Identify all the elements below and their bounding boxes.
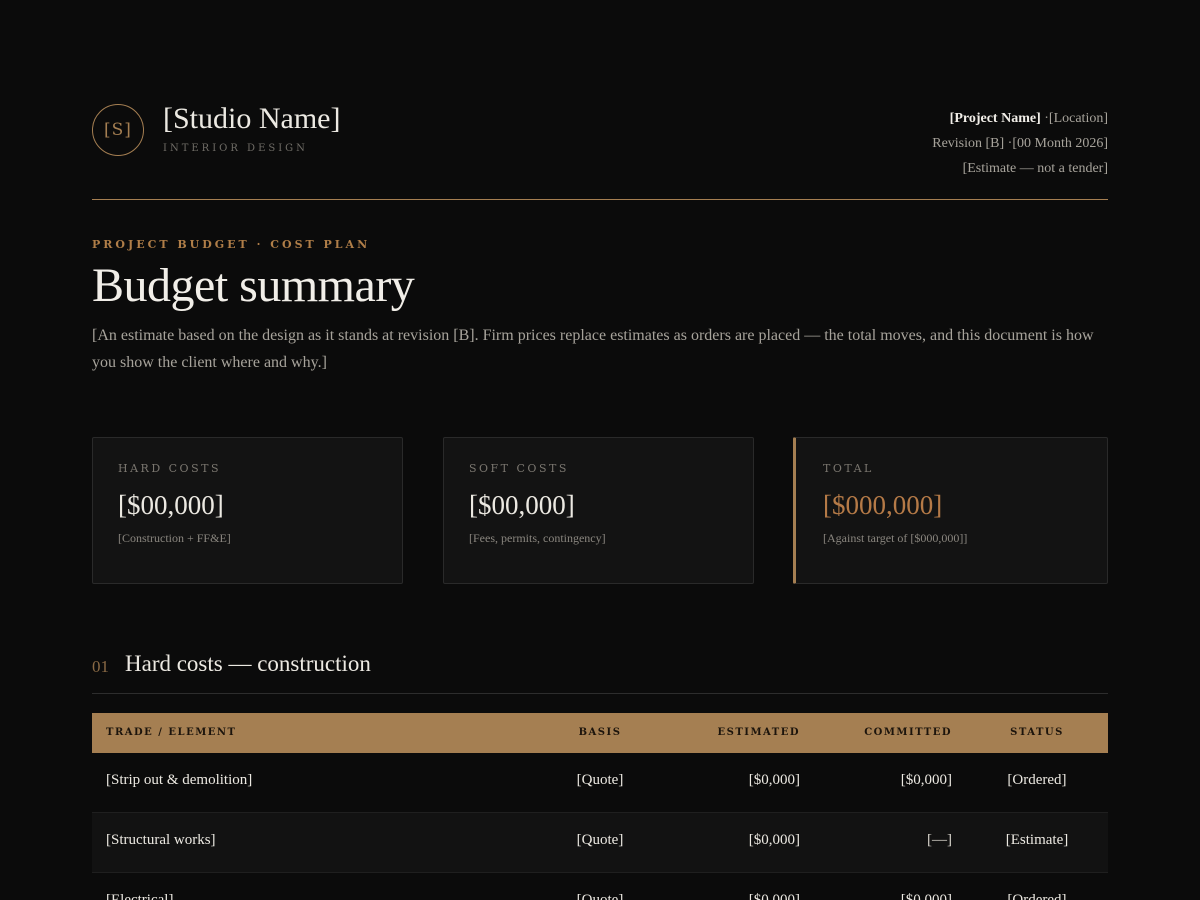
- card-note: [Construction + FF&E]: [118, 531, 231, 545]
- card-note: [Against target of [$000,000]]: [823, 531, 968, 545]
- section-number: 01: [92, 657, 109, 676]
- table-row: [Electrical] [Quote] [$0,000] [$0,000] […: [92, 873, 1108, 900]
- cell-status: [Ordered]: [1007, 892, 1067, 900]
- card-label: TOTAL: [823, 462, 874, 475]
- cell-estimated: [$0,000]: [748, 892, 800, 900]
- logo-initials: [S]: [104, 120, 132, 140]
- header: [S] [Studio Name] INTERIOR DESIGN [Proje…: [92, 100, 1108, 180]
- summary-card-soft-costs: SOFT COSTS [$00,000] [Fees, permits, con…: [443, 437, 754, 584]
- header-divider: [92, 199, 1108, 200]
- section-title: Hard costs — construction: [125, 651, 371, 676]
- header-committed: COMMITTED: [864, 727, 952, 738]
- project-name: [Project Name]: [949, 111, 1041, 126]
- card-label: SOFT COSTS: [469, 462, 569, 475]
- summary-card-hard-costs: HARD COSTS [$00,000] [Construction + FF&…: [92, 437, 403, 584]
- studio-logo: [S]: [92, 104, 144, 156]
- cell-committed: [—]: [927, 832, 952, 848]
- cell-trade: [Strip out & demolition]: [106, 772, 253, 788]
- card-note: [Fees, permits, contingency]: [469, 531, 606, 545]
- cell-trade: [Electrical]: [106, 892, 174, 900]
- card-value: [$00,000]: [469, 490, 575, 520]
- project-location: ·[Location]: [1044, 111, 1108, 126]
- cell-committed: [$0,000]: [900, 772, 952, 788]
- header-status: STATUS: [1010, 727, 1064, 738]
- cell-basis: [Quote]: [576, 832, 624, 848]
- table-row: [Strip out & demolition] [Quote] [$0,000…: [92, 753, 1108, 813]
- project-line: [Project Name] ·[Location]: [932, 106, 1108, 131]
- cell-trade: [Structural works]: [106, 832, 216, 848]
- section-divider: [92, 693, 1108, 694]
- cell-basis: [Quote]: [576, 772, 624, 788]
- cell-status: [Estimate]: [1005, 832, 1069, 848]
- section-eyebrow: PROJECT BUDGET · COST PLAN: [92, 238, 371, 251]
- cell-estimated: [$0,000]: [748, 832, 800, 848]
- budget-page: [S] [Studio Name] INTERIOR DESIGN [Proje…: [0, 0, 1200, 900]
- summary-card-total: TOTAL [$000,000] [Against target of [$00…: [793, 437, 1108, 584]
- project-meta: [Project Name] ·[Location] Revision [B] …: [932, 106, 1108, 181]
- table-header: TRADE / ELEMENT BASIS ESTIMATED COMMITTE…: [92, 713, 1108, 753]
- card-value: [$00,000]: [118, 490, 224, 520]
- cell-estimated: [$0,000]: [748, 772, 800, 788]
- header-trade: TRADE / ELEMENT: [106, 727, 237, 738]
- estimate-note: [Estimate — not a tender]: [962, 161, 1108, 176]
- card-label: HARD COSTS: [118, 462, 221, 475]
- card-value: [$000,000]: [823, 490, 943, 520]
- cell-committed: [$0,000]: [900, 892, 952, 900]
- cell-status: [Ordered]: [1007, 772, 1067, 788]
- header-estimated: ESTIMATED: [717, 727, 800, 738]
- header-basis: BASIS: [578, 727, 622, 738]
- studio-name: [Studio Name]: [163, 102, 341, 135]
- table-row: [Structural works] [Quote] [$0,000] [—] …: [92, 813, 1108, 873]
- studio-tagline: INTERIOR DESIGN: [163, 143, 308, 154]
- revision-line: Revision [B] ·[00 Month 2026]: [932, 136, 1108, 151]
- intro-paragraph: [An estimate based on the design as it s…: [92, 327, 1094, 371]
- hard-costs-table: TRADE / ELEMENT BASIS ESTIMATED COMMITTE…: [92, 713, 1108, 900]
- cell-basis: [Quote]: [576, 892, 624, 900]
- page-title: Budget summary: [92, 259, 415, 312]
